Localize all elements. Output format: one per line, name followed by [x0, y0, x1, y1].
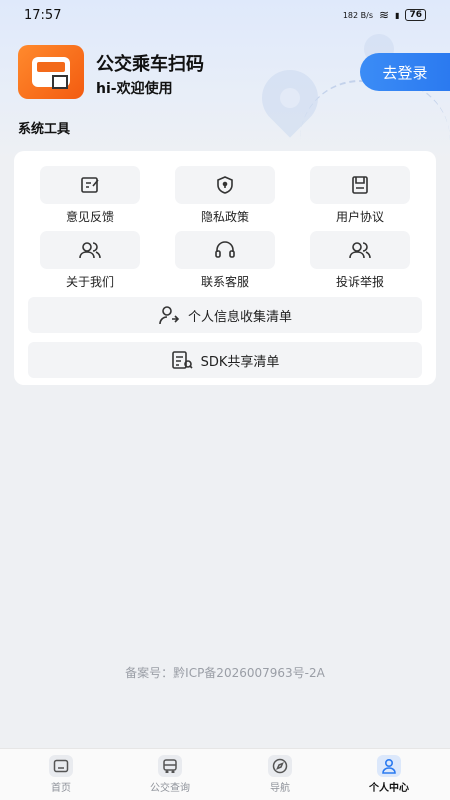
wide-button-label: 个人信息收集清单	[187, 309, 292, 325]
document-icon	[310, 166, 410, 204]
tab-label: 首页	[51, 783, 71, 794]
tab-personal-center[interactable]: 个人中心	[349, 755, 429, 794]
bus-qr-logo-icon	[32, 57, 70, 89]
tab-label: 导航	[270, 783, 290, 794]
status-time: 17:57	[24, 7, 62, 23]
section-title: 系统工具	[18, 122, 71, 137]
bottom-tab-bar: 首页 公交查询 导航 个人中心	[0, 748, 450, 800]
tool-feedback[interactable]: 意见反馈	[40, 166, 140, 225]
login-button[interactable]: 去登录	[360, 53, 450, 91]
sdk-list-icon	[171, 349, 193, 371]
network-speed: 182 B/s	[342, 10, 373, 20]
battery-icon: 76	[405, 9, 426, 21]
status-indicators: 182 B/s ≋ ▮ 76	[343, 8, 426, 22]
tab-home[interactable]: 首页	[21, 755, 101, 794]
status-bar: 17:57 182 B/s ≋ ▮ 76	[0, 0, 450, 30]
users-icon	[40, 231, 140, 269]
system-tools-card: 意见反馈 隐私政策 用户协议 关于我们 联系客服 投诉举报 个人信息收集清单 S…	[14, 151, 436, 385]
compass-icon	[268, 755, 292, 777]
tool-privacy-policy[interactable]: 隐私政策	[175, 166, 275, 225]
app-logo	[18, 45, 84, 99]
welcome-text: hi-欢迎使用	[96, 81, 173, 97]
personal-info-list-button[interactable]: 个人信息收集清单	[28, 297, 422, 333]
tab-label: 个人中心	[369, 783, 409, 794]
app-title: 公交乘车扫码	[96, 54, 204, 75]
tool-label: 关于我们	[65, 275, 114, 289]
tool-complaint-report[interactable]: 投诉举报	[310, 231, 410, 290]
tool-label: 意见反馈	[65, 210, 114, 224]
users-icon	[310, 231, 410, 269]
wide-button-label: SDK共享清单	[200, 354, 280, 370]
tool-label: 隐私政策	[200, 210, 249, 224]
tab-label: 公交查询	[150, 783, 190, 794]
tool-label: 联系客服	[200, 275, 249, 289]
shield-icon	[175, 166, 275, 204]
icp-record-number: 备案号：黔ICP备2026007963号-2A	[125, 666, 325, 680]
tool-about-us[interactable]: 关于我们	[40, 231, 140, 290]
wifi-icon: ≋	[379, 8, 390, 22]
tool-user-agreement[interactable]: 用户协议	[310, 166, 410, 225]
tab-bus-query[interactable]: 公交查询	[130, 755, 210, 794]
tool-label: 用户协议	[335, 210, 384, 224]
person-icon	[377, 755, 401, 777]
tool-label: 投诉举报	[335, 275, 384, 289]
user-list-icon	[158, 304, 180, 326]
tool-customer-service[interactable]: 联系客服	[175, 231, 275, 290]
bus-icon	[158, 755, 182, 777]
feedback-icon	[40, 166, 140, 204]
headset-icon	[175, 231, 275, 269]
tab-navigation[interactable]: 导航	[240, 755, 320, 794]
sdk-share-list-button[interactable]: SDK共享清单	[28, 342, 422, 378]
home-icon	[49, 755, 73, 777]
signal-icon: ▮	[395, 10, 400, 20]
